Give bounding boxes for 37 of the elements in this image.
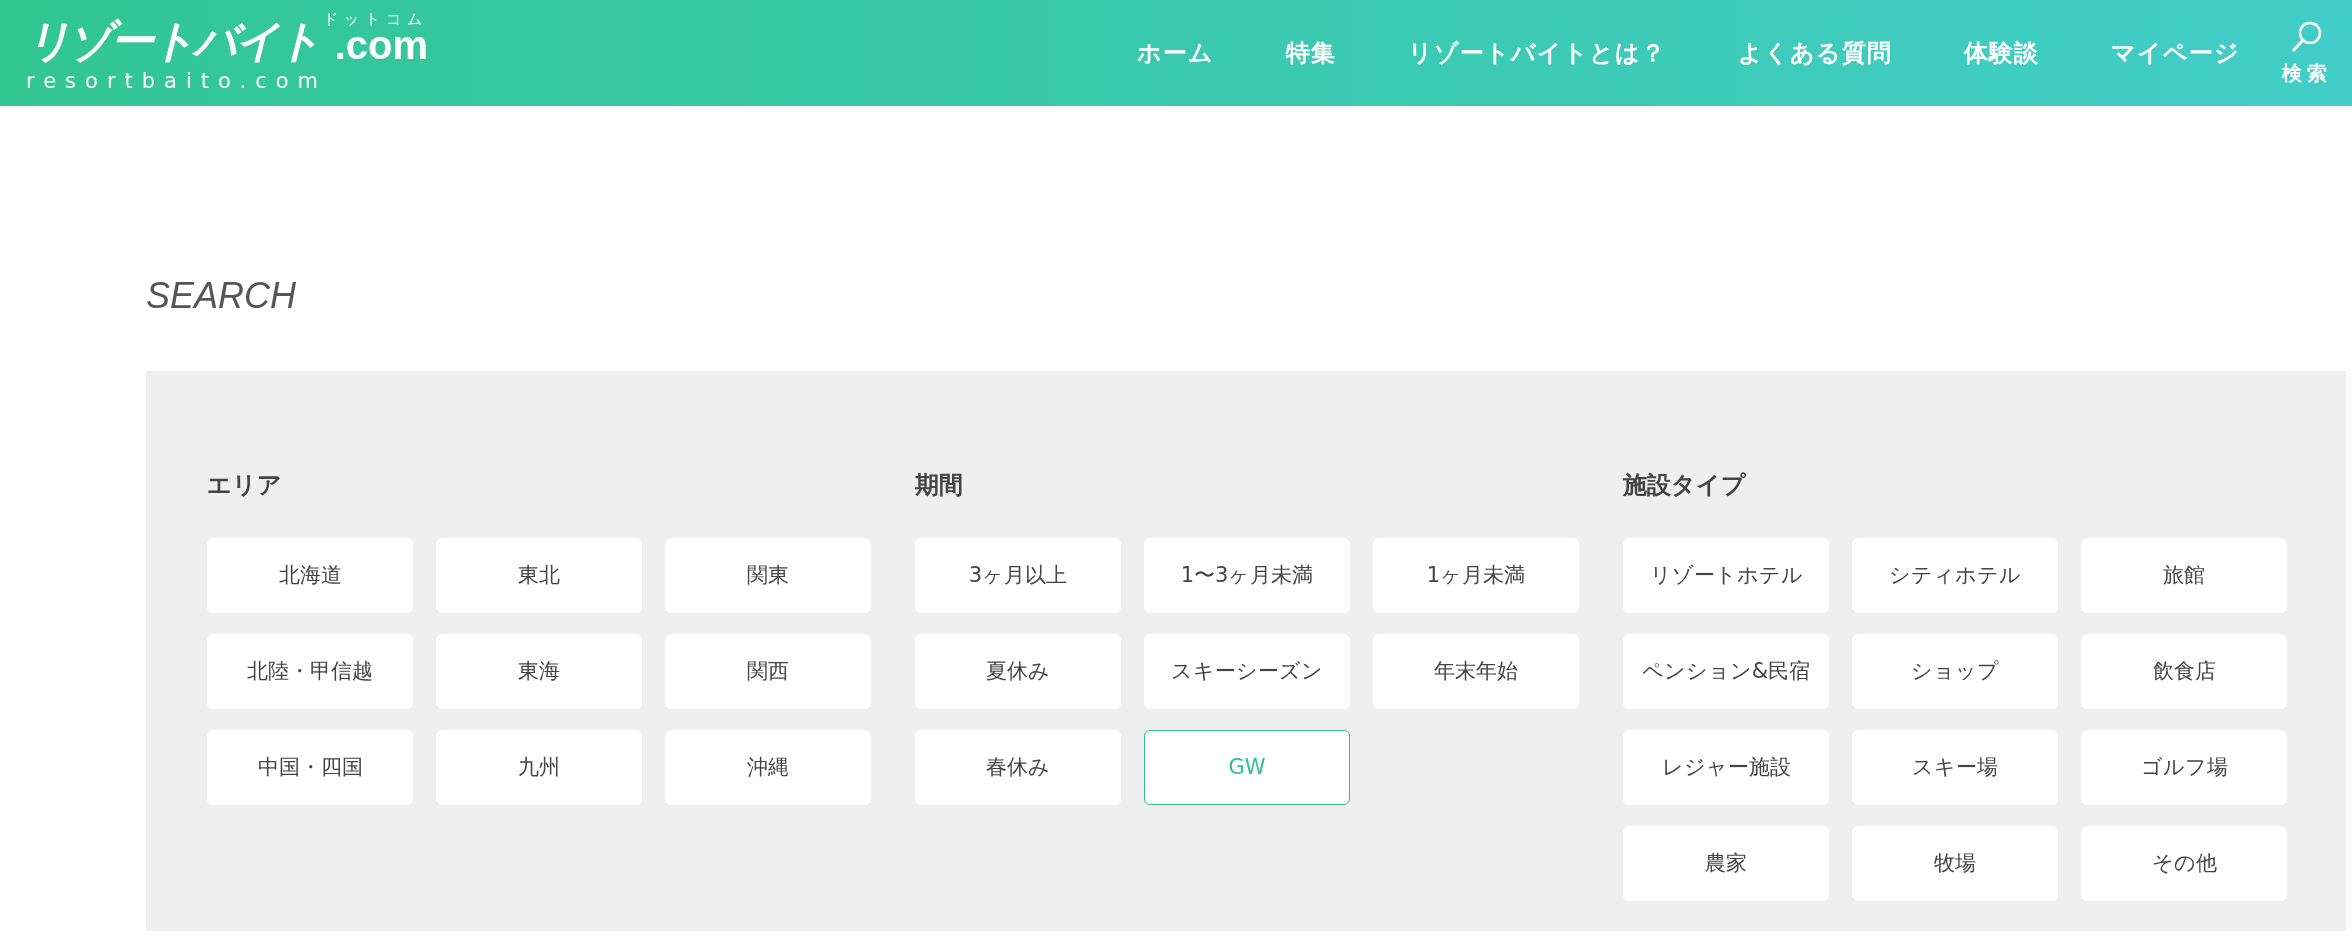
page-heading: SEARCH bbox=[146, 274, 298, 318]
filter-option[interactable]: 九州 bbox=[436, 730, 642, 805]
filter-option[interactable]: 沖縄 bbox=[665, 730, 871, 805]
logo-text: リゾートバイト bbox=[26, 18, 319, 63]
filter-option[interactable]: 北陸・甲信越 bbox=[207, 634, 413, 709]
logo-domain: resortbaito.com bbox=[26, 68, 329, 95]
filter-option[interactable]: 中国・四国 bbox=[207, 730, 413, 805]
filter-option[interactable]: 春休み bbox=[915, 730, 1121, 805]
filter-option[interactable]: スキー場 bbox=[1852, 730, 2058, 805]
section-title: エリア bbox=[207, 471, 283, 500]
filter-option[interactable]: 旅館 bbox=[2081, 538, 2287, 613]
filter-option[interactable]: 飲食店 bbox=[2081, 634, 2287, 709]
filter-option[interactable]: ペンション&民宿 bbox=[1623, 634, 1829, 709]
filter-option[interactable]: 夏休み bbox=[915, 634, 1121, 709]
filter-option[interactable]: リゾートホテル bbox=[1623, 538, 1829, 613]
filter-option[interactable]: ショップ bbox=[1852, 634, 2058, 709]
filter-option[interactable]: 農家 bbox=[1623, 826, 1829, 901]
filter-option[interactable]: 3ヶ月以上 bbox=[915, 538, 1121, 613]
logo-suffix: .com bbox=[334, 26, 428, 63]
section-title: 期間 bbox=[915, 471, 964, 500]
filter-option[interactable]: 1ヶ月未満 bbox=[1373, 538, 1579, 613]
filter-option[interactable]: その他 bbox=[2081, 826, 2287, 901]
filter-option[interactable]: シティホテル bbox=[1852, 538, 2058, 613]
filter-option[interactable]: スキーシーズン bbox=[1144, 634, 1350, 709]
section-title: 施設タイプ bbox=[1623, 471, 1747, 500]
filter-option[interactable]: 東海 bbox=[436, 634, 642, 709]
filter-option[interactable]: 牧場 bbox=[1852, 826, 2058, 901]
logo-kana: ドットコム bbox=[323, 11, 428, 27]
filter-option[interactable]: 北海道 bbox=[207, 538, 413, 613]
filter-option[interactable]: ゴルフ場 bbox=[2081, 730, 2287, 805]
filter-option[interactable]: 関西 bbox=[665, 634, 871, 709]
filter-option[interactable]: 東北 bbox=[436, 538, 642, 613]
filter-option[interactable]: 関東 bbox=[665, 538, 871, 613]
search-icon bbox=[2290, 19, 2324, 54]
filter-option[interactable]: 年末年始 bbox=[1373, 634, 1579, 709]
filter-option[interactable]: 1〜3ヶ月未満 bbox=[1144, 538, 1350, 613]
filter-option[interactable]: レジャー施設 bbox=[1623, 730, 1829, 805]
